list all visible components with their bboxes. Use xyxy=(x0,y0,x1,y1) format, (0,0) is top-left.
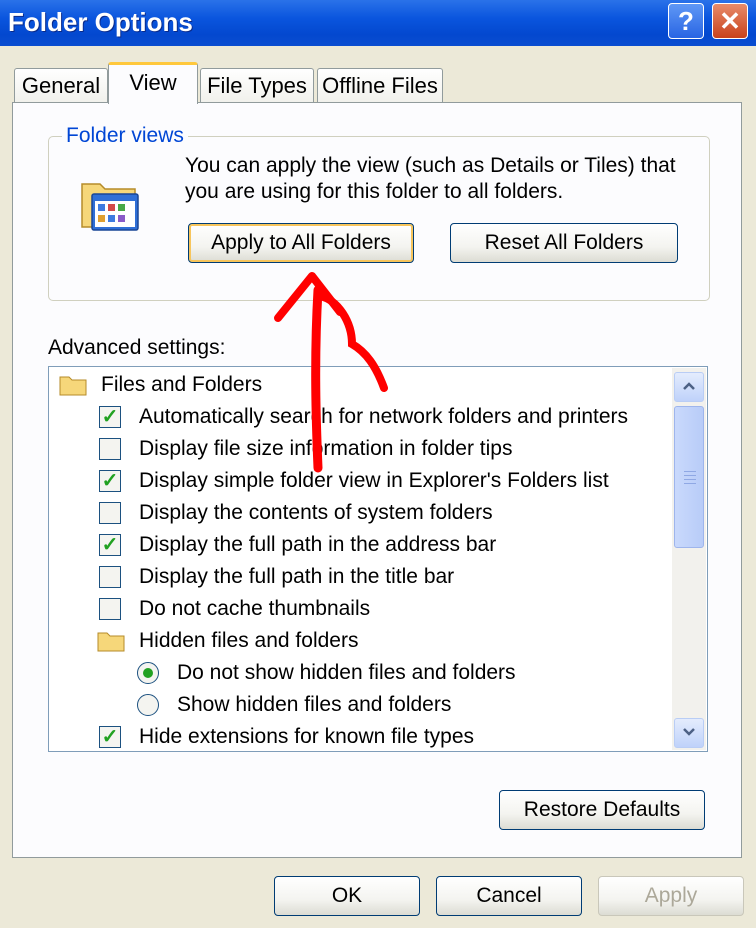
annotation-arrow xyxy=(274,272,388,473)
tab-view[interactable]: View xyxy=(108,62,198,104)
